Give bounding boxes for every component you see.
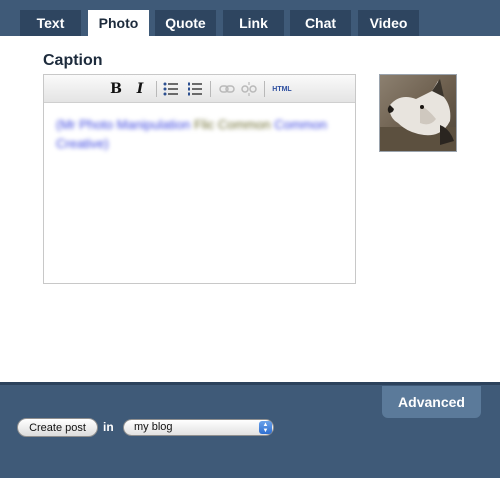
bold-icon[interactable]: B <box>108 80 124 98</box>
create-post-button[interactable]: Create post <box>17 418 98 437</box>
toolbar-divider <box>210 81 211 97</box>
tab-video[interactable]: Video <box>358 10 419 36</box>
select-arrows-icon: ▲ ▼ <box>259 421 272 434</box>
in-label: in <box>103 420 114 434</box>
blog-select[interactable]: my blog ▲ ▼ <box>123 419 274 436</box>
toolbar-divider <box>264 81 265 97</box>
toolbar-divider <box>156 81 157 97</box>
dog-photo-thumbnail[interactable] <box>379 74 457 152</box>
caption-label: Caption <box>43 52 103 69</box>
footer-divider <box>0 382 500 385</box>
tab-chat[interactable]: Chat <box>290 10 351 36</box>
numbered-list-icon[interactable] <box>186 80 204 98</box>
post-type-tabs: Text Photo Quote Link Chat Video <box>0 0 500 36</box>
tab-text[interactable]: Text <box>20 10 81 36</box>
editor-toolbar: B I HTML <box>44 75 355 103</box>
bulleted-list-icon[interactable] <box>162 80 180 98</box>
caption-link-text: (Mr Photo Manipulation <box>56 117 191 132</box>
blog-select-value: my blog <box>134 421 173 433</box>
advanced-tab[interactable]: Advanced <box>382 386 481 418</box>
caption-plain-text: Flic Common <box>194 117 271 132</box>
unlink-icon[interactable] <box>240 80 258 98</box>
caption-editor: B I HTML (Mr Photo Manipulation Flic Com… <box>43 74 356 284</box>
italic-icon[interactable]: I <box>132 80 148 98</box>
tab-photo[interactable]: Photo <box>88 10 149 36</box>
tab-quote[interactable]: Quote <box>155 10 216 36</box>
caption-text-area[interactable]: (Mr Photo Manipulation Flic Common Commo… <box>56 115 341 153</box>
post-form-panel: Caption B I HTML (Mr Photo Manipulation … <box>0 36 500 382</box>
link-icon[interactable] <box>218 80 236 98</box>
html-source-icon[interactable]: HTML <box>270 80 294 98</box>
tab-link[interactable]: Link <box>223 10 284 36</box>
